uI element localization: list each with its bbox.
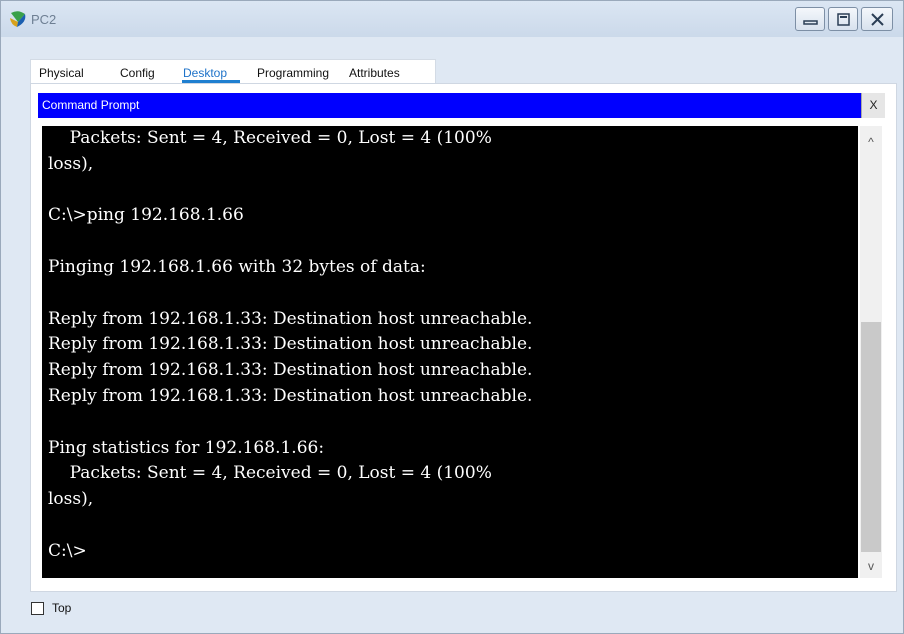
title-bar[interactable]: PC2 — [1, 1, 903, 37]
minimize-button[interactable] — [795, 7, 825, 31]
tab-attributes[interactable]: Attributes — [349, 66, 400, 80]
tab-programming[interactable]: Programming — [257, 66, 329, 80]
tab-physical[interactable]: Physical — [39, 66, 84, 80]
command-prompt-title: Command Prompt — [42, 98, 140, 112]
tab-desktop[interactable]: Desktop — [183, 66, 227, 80]
maximize-icon — [837, 13, 850, 26]
maximize-button[interactable] — [828, 7, 858, 31]
window-title: PC2 — [31, 12, 57, 27]
scroll-up-icon[interactable]: ^ — [860, 130, 882, 154]
scroll-down-icon[interactable]: v — [860, 554, 882, 578]
pc2-window: PC2 Physical Config Desktop Programming … — [0, 0, 904, 634]
tab-bar: Physical Config Desktop Programming Attr… — [30, 59, 436, 84]
command-prompt-close-button[interactable]: X — [861, 93, 885, 118]
top-checkbox[interactable] — [31, 602, 44, 615]
scroll-thumb[interactable] — [861, 322, 881, 552]
close-button[interactable] — [861, 7, 893, 31]
command-prompt-header: Command Prompt X — [38, 93, 885, 118]
packet-tracer-pc-icon — [9, 10, 27, 28]
top-checkbox-label: Top — [52, 601, 72, 615]
terminal-scrollbar[interactable]: ^ v — [860, 126, 882, 578]
tab-config[interactable]: Config — [120, 66, 155, 80]
terminal-text: Packets: Sent = 4, Received = 0, Lost = … — [48, 128, 533, 561]
close-icon — [871, 13, 884, 26]
minimize-icon — [803, 20, 818, 25]
terminal-output[interactable]: Packets: Sent = 4, Received = 0, Lost = … — [42, 126, 858, 578]
